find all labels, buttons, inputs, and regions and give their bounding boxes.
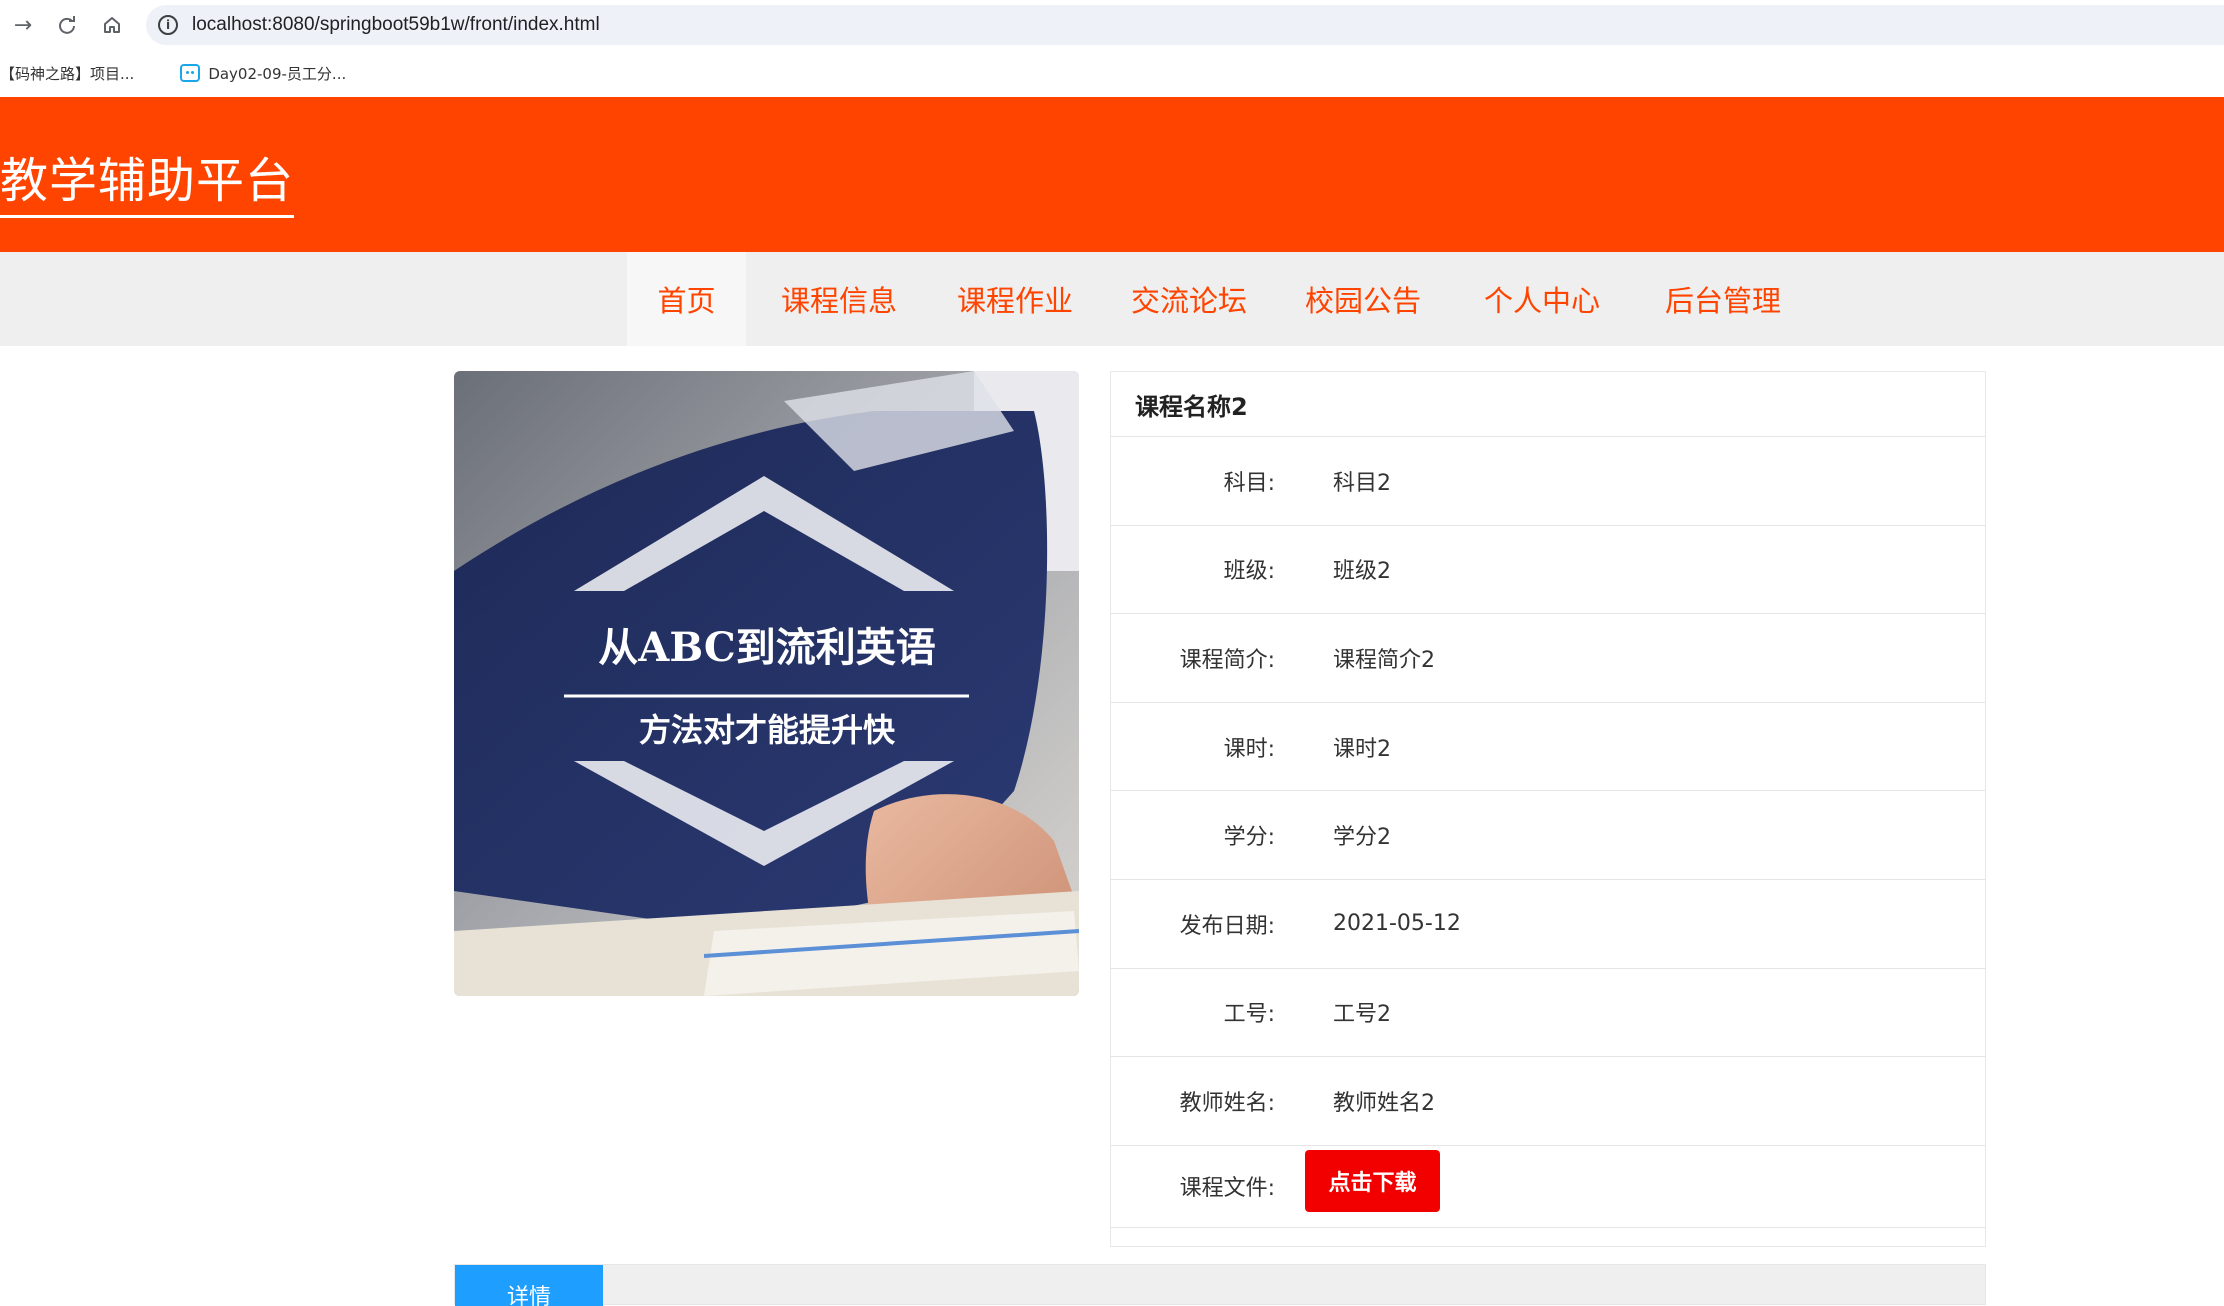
row-label: 课时:: [1223, 736, 1275, 762]
row-label: 课程简介:: [1179, 647, 1275, 673]
url-text: localhost:8080/springboot59b1w/front/ind…: [192, 14, 600, 35]
bilibili-icon: [180, 64, 201, 82]
site-info-icon[interactable]: i: [158, 15, 178, 35]
info-row-intro: 课程简介: 课程简介2: [1111, 614, 1985, 703]
image-subline: 方法对才能提升快: [639, 711, 896, 749]
main-nav: 首页 课程信息 课程作业 交流论坛 校园公告 个人中心 后台管理: [0, 252, 2224, 346]
row-value: 科目2: [1333, 470, 1391, 496]
course-info-panel: 课程名称2 科目: 科目2 班级: 班级2 课程简介: 课程简介2 课时: 课时…: [1110, 371, 1986, 1247]
home-icon[interactable]: [97, 10, 127, 40]
site-title[interactable]: 教学辅助平台: [0, 141, 295, 218]
row-value: 2021-05-12: [1333, 911, 1461, 937]
row-label: 发布日期:: [1179, 913, 1275, 939]
nav-item-course-info[interactable]: 课程信息: [768, 252, 910, 346]
row-label: 教师姓名:: [1179, 1090, 1275, 1116]
row-value: 课程简介2: [1333, 647, 1435, 673]
info-row-hours: 课时: 课时2: [1111, 703, 1985, 792]
download-button[interactable]: 点击下载: [1305, 1150, 1440, 1213]
nav-item-home[interactable]: 首页: [627, 252, 746, 346]
nav-item-forum[interactable]: 交流论坛: [1118, 252, 1260, 346]
info-row-credits: 学分: 学分2: [1111, 791, 1985, 880]
bookmarks-bar: 【码神之路】项目... Day02-09-员工分...: [0, 50, 2224, 96]
course-cover-image: 从ABC到流利英语 方法对才能提升快: [454, 371, 1079, 996]
nav-item-course-homework[interactable]: 课程作业: [944, 252, 1086, 346]
address-bar[interactable]: i localhost:8080/springboot59b1w/front/i…: [146, 5, 2224, 45]
nav-item-announcements[interactable]: 校园公告: [1292, 252, 1434, 346]
info-row-class: 班级: 班级2: [1111, 526, 1985, 615]
tab-detail[interactable]: 详情: [455, 1265, 603, 1306]
row-label: 班级:: [1223, 559, 1275, 585]
row-label: 工号:: [1223, 1002, 1275, 1028]
info-row-teacher-name: 教师姓名: 教师姓名2: [1111, 1057, 1985, 1146]
info-row-publish-date: 发布日期: 2021-05-12: [1111, 880, 1985, 969]
bookmark-label: 【码神之路】项目...: [0, 64, 135, 83]
row-value: 班级2: [1333, 559, 1391, 585]
info-row-subject: 科目: 科目2: [1111, 437, 1985, 526]
image-headline: 从ABC到流利英语: [598, 624, 935, 671]
detail-tabs: 详情: [454, 1264, 1986, 1306]
browser-toolbar: → i localhost:8080/springboot59b1w/front…: [0, 0, 2224, 50]
row-value: 教师姓名2: [1333, 1090, 1435, 1116]
row-value: 工号2: [1333, 1002, 1391, 1028]
nav-item-admin[interactable]: 后台管理: [1652, 252, 1794, 346]
reload-icon[interactable]: [52, 10, 82, 40]
forward-icon[interactable]: →: [8, 10, 38, 40]
bookmark-item[interactable]: 【码神之路】项目...: [0, 63, 134, 84]
row-value: 课时2: [1333, 736, 1391, 762]
row-label: 课程文件:: [1179, 1176, 1275, 1202]
site-header: 教学辅助平台: [0, 97, 2224, 252]
row-label: 学分:: [1223, 825, 1275, 851]
row-value: 学分2: [1333, 825, 1391, 851]
info-row-staff-id: 工号: 工号2: [1111, 969, 1985, 1058]
bookmark-label: Day02-09-员工分...: [208, 64, 347, 83]
nav-item-personal-center[interactable]: 个人中心: [1471, 252, 1613, 346]
bookmark-item[interactable]: Day02-09-员工分...: [180, 63, 346, 84]
info-row-course-file: 课程文件: 点击下载: [1111, 1146, 1985, 1228]
course-name: 课程名称2: [1111, 372, 1985, 437]
row-label: 科目:: [1223, 470, 1275, 496]
